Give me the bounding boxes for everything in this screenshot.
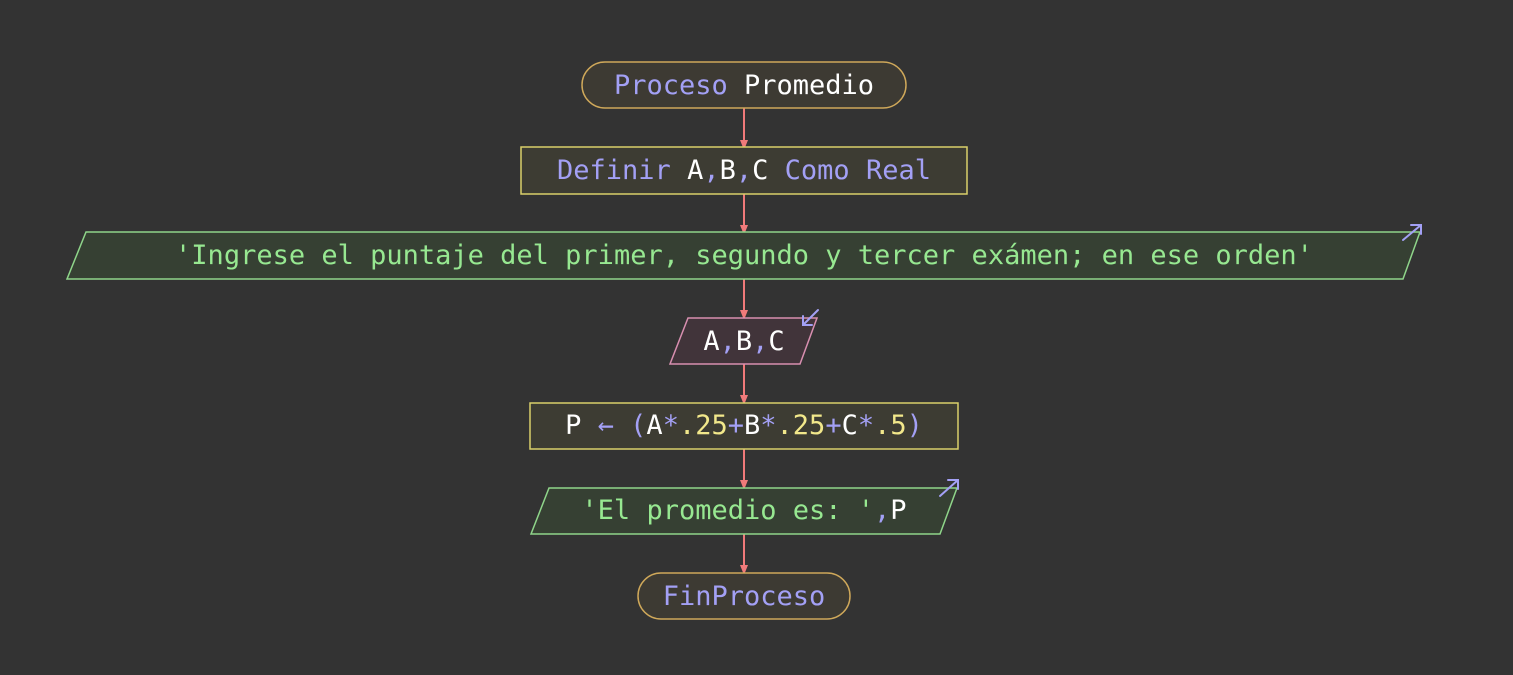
assign-target: P	[565, 410, 581, 441]
assignment-statement: P ← (A*.25+B*.25+C*.5)	[565, 410, 923, 441]
output-result-text: 'El promedio es: ',P	[581, 495, 906, 526]
assignment-process-box: P ← (A*.25+B*.25+C*.5)	[529, 402, 959, 450]
term1-var: A	[646, 410, 662, 441]
close-paren: )	[907, 410, 923, 441]
define-separator-1: ,	[703, 155, 719, 186]
result-string: 'El promedio es: '	[581, 495, 874, 526]
read-separator-1: ,	[720, 326, 736, 357]
read-separator-2: ,	[752, 326, 768, 357]
define-statement: Definir A,B,C Como Real	[557, 155, 931, 186]
start-terminal: Proceso Promedio	[581, 61, 907, 109]
result-var: P	[890, 495, 906, 526]
read-statement: A,B,C	[703, 326, 784, 357]
define-separator-2: ,	[736, 155, 752, 186]
plus-1: +	[728, 410, 744, 441]
output-prompt-text: 'Ingrese el puntaje del primer, segundo …	[175, 240, 1313, 271]
flowchart-diagram: Proceso Promedio Definir A,B,C Como Real…	[65, 61, 1422, 620]
assign-arrow: ←	[598, 410, 614, 441]
open-paren: (	[630, 410, 646, 441]
define-type: Real	[866, 155, 931, 186]
term3-var: C	[842, 410, 858, 441]
term2-num: .25	[777, 410, 826, 441]
define-var-a: A	[687, 155, 703, 186]
define-var-c: C	[752, 155, 768, 186]
term3-num: .5	[874, 410, 907, 441]
term3-op: *	[858, 410, 874, 441]
read-var-a: A	[703, 326, 719, 357]
start-terminal-text: Proceso Promedio	[614, 70, 874, 101]
result-separator: ,	[874, 495, 890, 526]
prompt-string: 'Ingrese el puntaje del primer, segundo …	[175, 240, 1313, 271]
end-keyword: FinProceso	[663, 581, 826, 612]
define-keyword: Definir	[557, 155, 671, 186]
read-var-c: C	[768, 326, 784, 357]
output-prompt-box: 'Ingrese el puntaje del primer, segundo …	[65, 224, 1422, 280]
term1-op: *	[663, 410, 679, 441]
define-process-box: Definir A,B,C Como Real	[520, 146, 968, 195]
output-result-box: 'El promedio es: ',P	[529, 479, 959, 535]
define-como-keyword: Como	[785, 155, 850, 186]
term2-var: B	[744, 410, 760, 441]
input-read-box: A,B,C	[668, 309, 819, 365]
term1-num: .25	[679, 410, 728, 441]
end-terminal: FinProceso	[637, 572, 851, 620]
process-name: Promedio	[728, 70, 874, 101]
start-keyword: Proceso	[614, 70, 728, 101]
define-var-b: B	[720, 155, 736, 186]
read-var-b: B	[736, 326, 752, 357]
term2-op: *	[760, 410, 776, 441]
plus-2: +	[825, 410, 841, 441]
end-terminal-text: FinProceso	[663, 581, 826, 612]
